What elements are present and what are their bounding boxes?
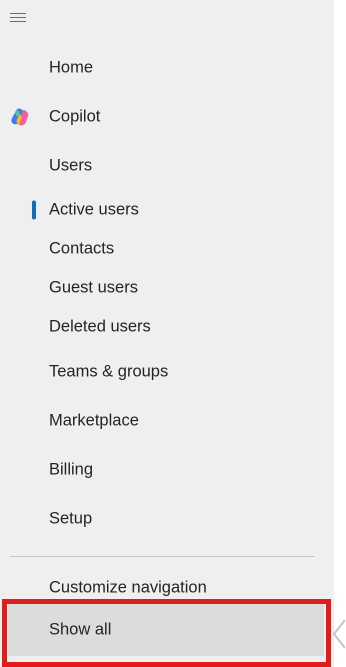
copilot-icon — [11, 108, 29, 126]
nav-item-billing[interactable]: Billing — [0, 452, 334, 488]
nav-item-contacts[interactable]: Contacts — [0, 231, 334, 267]
nav-item-deleted-users[interactable]: Deleted users — [0, 309, 334, 345]
nav-item-copilot[interactable]: Copilot — [0, 99, 334, 135]
nav-item-label: Contacts — [49, 239, 115, 258]
nav-item-label: Home — [49, 58, 94, 77]
nav-item-guest-users[interactable]: Guest users — [0, 270, 334, 306]
nav-item-users[interactable]: Users — [0, 148, 334, 184]
nav-item-label: Deleted users — [49, 317, 151, 336]
left-navigation-pane: Home Copilot Users Active users Contacts… — [0, 0, 334, 667]
customize-navigation-label: Customize navigation — [49, 578, 207, 597]
nav-item-label: Marketplace — [49, 411, 139, 430]
hamburger-menu-icon[interactable] — [10, 10, 28, 24]
show-all-button[interactable]: Show all — [8, 604, 324, 656]
nav-item-home[interactable]: Home — [0, 50, 334, 86]
nav-item-label: Copilot — [49, 107, 101, 126]
nav-item-label: Active users — [49, 200, 139, 219]
nav-divider — [10, 556, 315, 557]
nav-item-active-users[interactable]: Active users — [0, 192, 334, 228]
nav-item-teams-groups[interactable]: Teams & groups — [0, 354, 334, 390]
nav-item-setup[interactable]: Setup — [0, 501, 334, 537]
show-all-label: Show all — [49, 620, 112, 639]
selected-indicator — [32, 200, 36, 220]
customize-navigation-button[interactable]: Customize navigation — [0, 570, 334, 606]
nav-item-marketplace[interactable]: Marketplace — [0, 403, 334, 439]
nav-item-label: Teams & groups — [49, 362, 169, 381]
nav-item-label: Guest users — [49, 278, 138, 297]
nav-item-label: Users — [49, 156, 93, 175]
nav-item-label: Setup — [49, 509, 93, 528]
chevron-left-icon — [332, 619, 345, 649]
nav-item-label: Billing — [49, 460, 94, 479]
